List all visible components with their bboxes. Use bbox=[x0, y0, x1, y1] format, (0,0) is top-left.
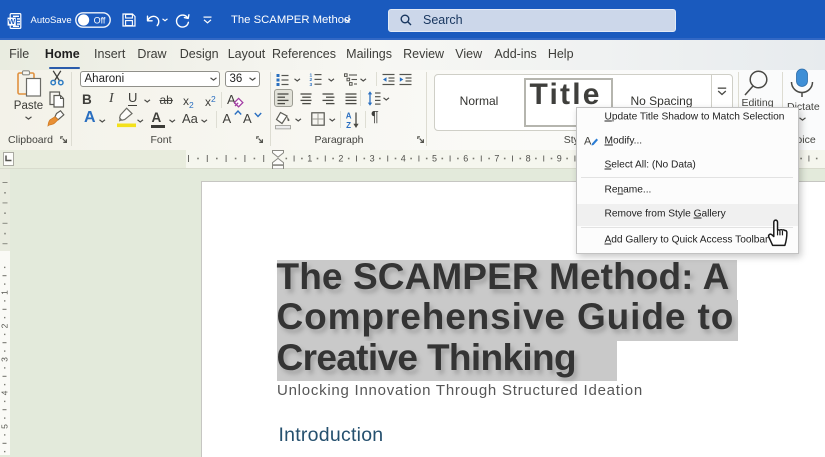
svg-text:8: 8 bbox=[526, 153, 531, 163]
svg-text:9: 9 bbox=[557, 153, 562, 163]
svg-text:3: 3 bbox=[309, 82, 312, 88]
svg-text:A: A bbox=[584, 136, 592, 148]
svg-text:A: A bbox=[345, 111, 351, 120]
svg-text:1: 1 bbox=[0, 290, 9, 295]
svg-text:5: 5 bbox=[432, 153, 437, 163]
svg-text:3: 3 bbox=[370, 153, 375, 163]
svg-text:7: 7 bbox=[494, 153, 499, 163]
svg-text:3: 3 bbox=[0, 357, 9, 362]
svg-text:1: 1 bbox=[307, 153, 312, 163]
svg-text:2: 2 bbox=[0, 323, 9, 328]
svg-text:Off: Off bbox=[94, 15, 106, 25]
svg-text:4: 4 bbox=[0, 390, 9, 395]
svg-text:Z: Z bbox=[346, 120, 351, 129]
svg-text:5: 5 bbox=[0, 424, 9, 429]
svg-text:4: 4 bbox=[401, 153, 406, 163]
svg-text:6: 6 bbox=[463, 153, 468, 163]
svg-text:2: 2 bbox=[338, 153, 343, 163]
